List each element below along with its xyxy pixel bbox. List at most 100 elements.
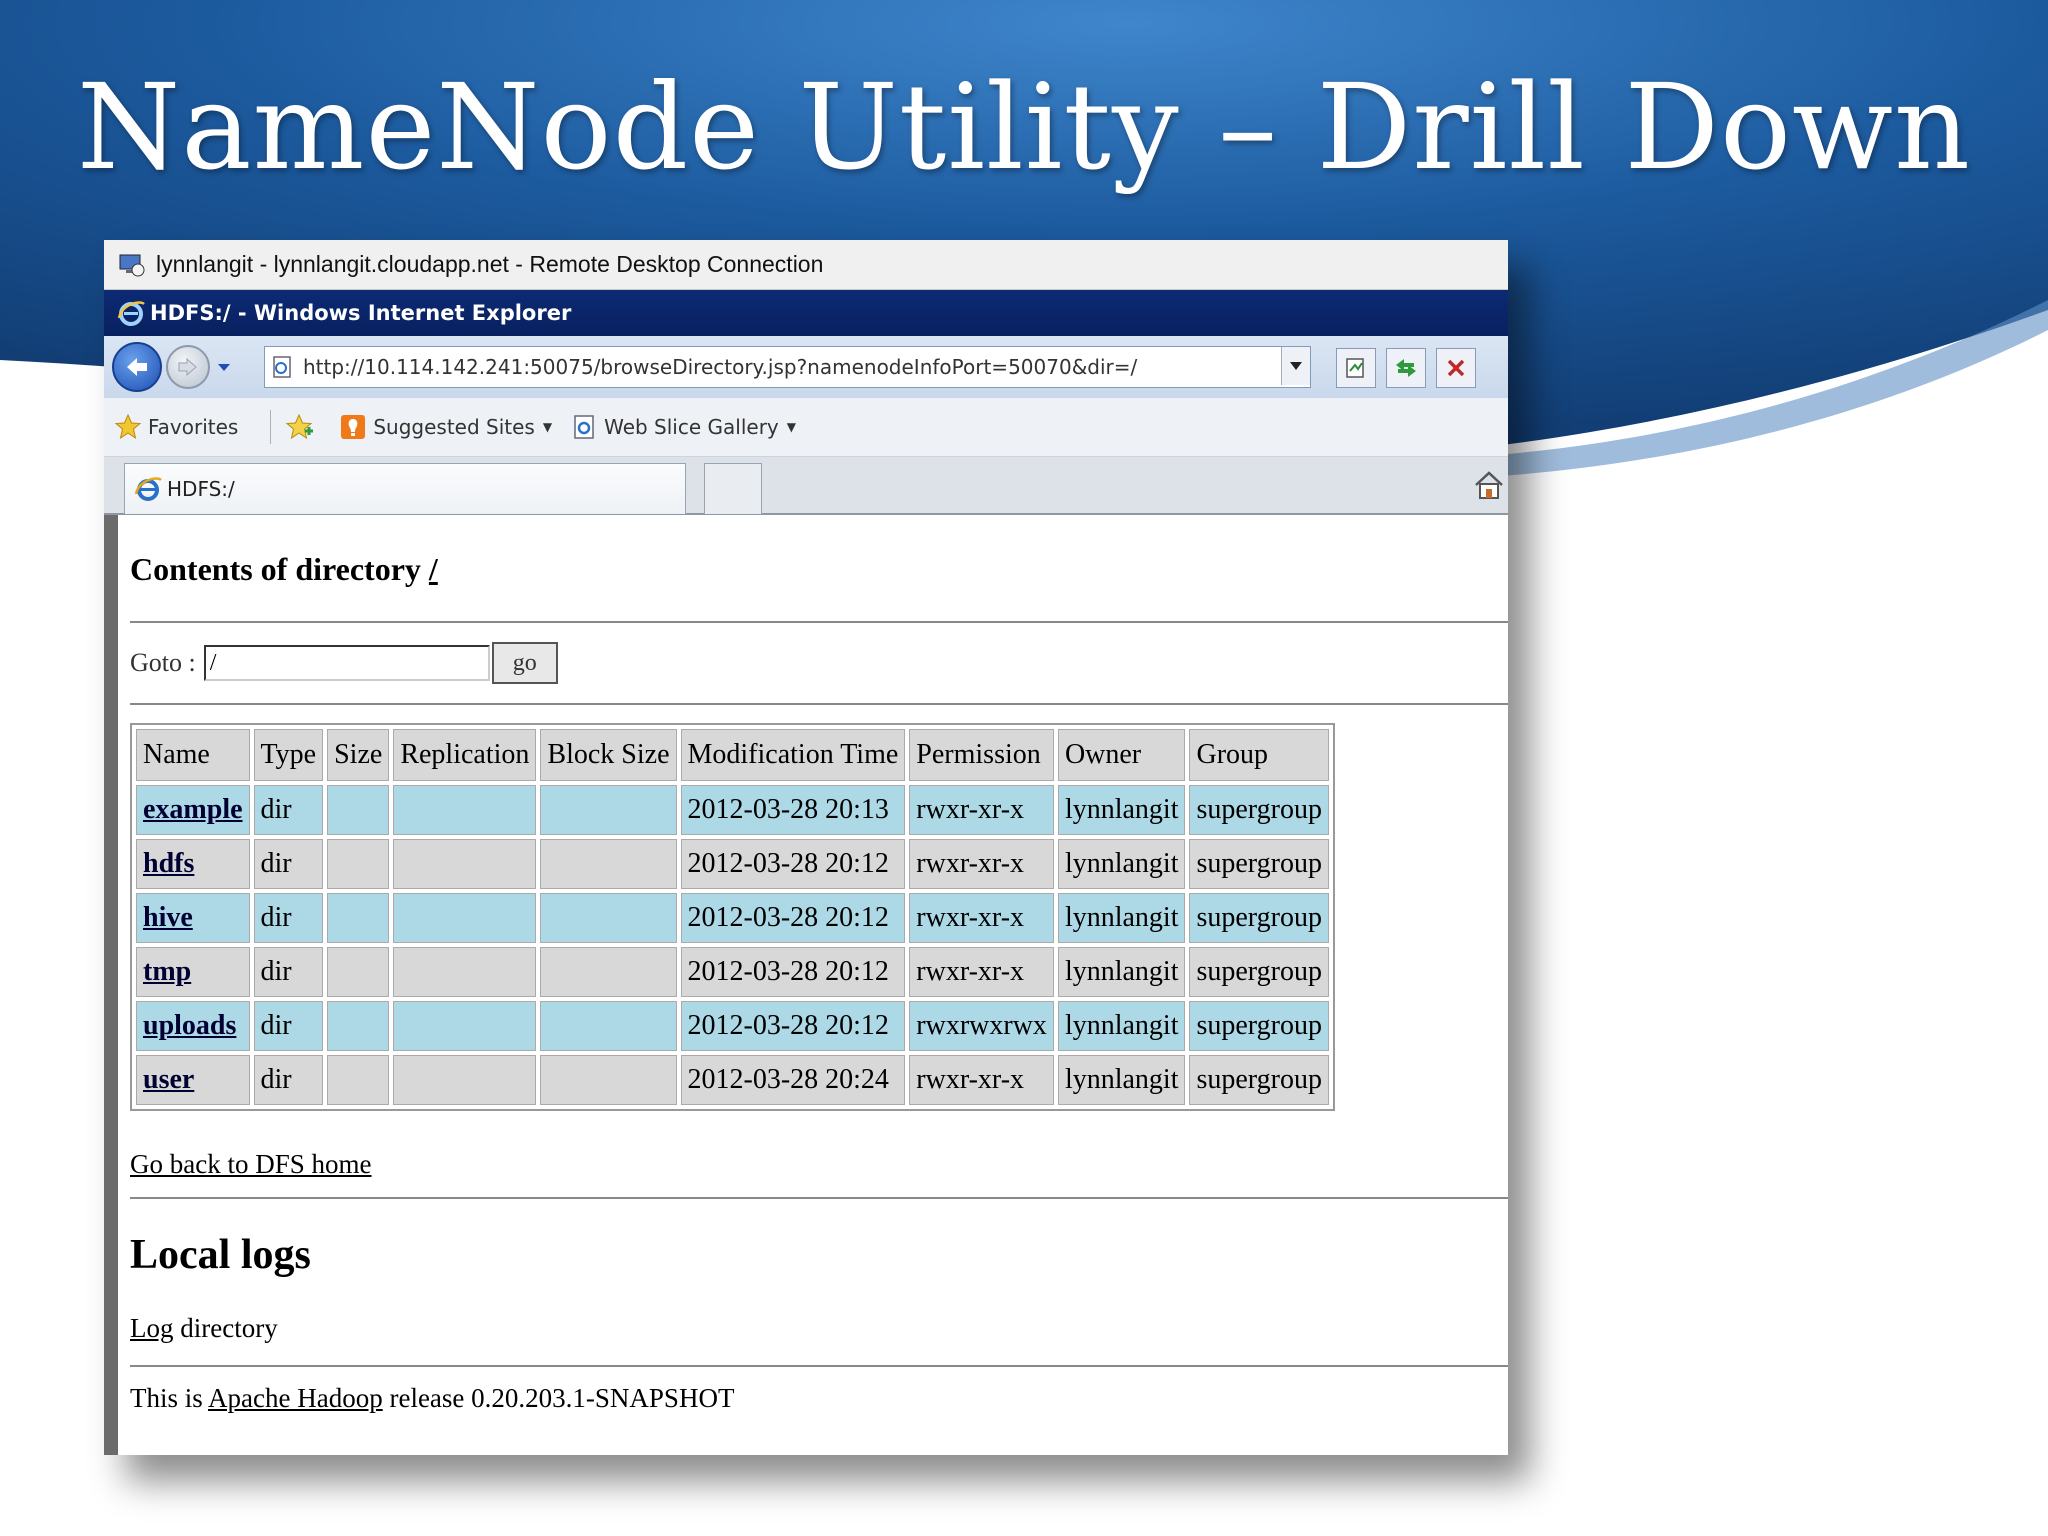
column-header-name: Name: [136, 729, 250, 781]
favorites-label: Favorites: [148, 415, 239, 439]
cell-replication: [393, 785, 537, 835]
back-button[interactable]: [112, 342, 162, 392]
cell-name: uploads: [136, 1001, 250, 1051]
column-header-size: Size: [327, 729, 390, 781]
cell-block-size: [540, 785, 677, 835]
cell-name: hive: [136, 893, 250, 943]
cell-type: dir: [253, 893, 324, 943]
rdp-title: lynnlangit - lynnlangit.cloudapp.net - R…: [156, 251, 824, 277]
divider: [130, 703, 1508, 705]
tab-label: HDFS:/: [167, 477, 235, 501]
cell-permission: rwxr-xr-x: [909, 893, 1054, 943]
column-header-group: Group: [1189, 729, 1329, 781]
cell-modification-time: 2012-03-28 20:12: [680, 839, 906, 889]
arrow-left-icon: [127, 358, 147, 376]
cell-owner: lynnlangit: [1057, 785, 1186, 835]
log-directory-link[interactable]: Log: [130, 1313, 174, 1343]
recent-pages-dropdown-icon[interactable]: [214, 357, 234, 377]
cell-block-size: [540, 1055, 677, 1105]
directory-link-uploads[interactable]: uploads: [143, 1010, 236, 1041]
cell-owner: lynnlangit: [1057, 839, 1186, 889]
suggested-sites-icon: [341, 415, 366, 439]
cell-type: dir: [253, 839, 324, 889]
cell-owner: lynnlangit: [1057, 893, 1186, 943]
cell-replication: [393, 1055, 537, 1105]
new-tab-button[interactable]: [704, 463, 762, 514]
home-icon[interactable]: [1472, 469, 1506, 501]
cell-permission: rwxrwxrwx: [909, 1001, 1054, 1051]
directory-link-hdfs[interactable]: hdfs: [143, 848, 194, 879]
tab-hdfs[interactable]: HDFS:/: [124, 463, 686, 514]
cell-replication: [393, 893, 537, 943]
local-logs-heading: Local logs: [130, 1232, 311, 1278]
page-content: Contents of directory / Goto : go Name T…: [104, 515, 1508, 1455]
refresh-icon: [1396, 359, 1416, 377]
cell-group: supergroup: [1189, 1001, 1329, 1051]
cell-type: dir: [253, 947, 324, 997]
directory-link-user[interactable]: user: [143, 1064, 194, 1095]
compatibility-view-button[interactable]: [1336, 348, 1376, 388]
table-row: hive dir 2012-03-28 20:12 rwxr-xr-x lynn…: [136, 893, 1329, 943]
favorites-button[interactable]: Favorites: [114, 413, 238, 441]
chevron-down-icon: [1290, 362, 1302, 370]
cell-permission: rwxr-xr-x: [909, 785, 1054, 835]
column-header-replication: Replication: [393, 729, 537, 781]
directory-heading: Contents of directory /: [130, 515, 1508, 621]
address-text: http://10.114.142.241:50075/browseDirect…: [303, 355, 1138, 379]
release-prefix: This is: [130, 1383, 209, 1413]
directory-root-link[interactable]: /: [429, 551, 438, 587]
ie-page-icon: [574, 415, 594, 439]
cell-size: [327, 785, 390, 835]
favorites-bar: Favorites Suggested Sites ▼ Web Slice Ga…: [104, 398, 1508, 457]
star-icon: [114, 413, 142, 440]
directory-link-example[interactable]: example: [143, 794, 243, 825]
cell-name: example: [136, 785, 250, 835]
address-dropdown-button[interactable]: [1281, 347, 1310, 385]
cell-modification-time: 2012-03-28 20:12: [680, 893, 906, 943]
cell-owner: lynnlangit: [1057, 1055, 1186, 1105]
refresh-button[interactable]: [1386, 348, 1426, 388]
suggested-sites-label: Suggested Sites: [373, 415, 535, 439]
table-row: uploads dir 2012-03-28 20:12 rwxrwxrwx l…: [136, 1001, 1329, 1051]
window-title: HDFS:/ - Windows Internet Explorer: [150, 301, 572, 325]
directory-link-hive[interactable]: hive: [143, 902, 193, 933]
column-header-owner: Owner: [1057, 729, 1186, 781]
table-row: hdfs dir 2012-03-28 20:12 rwxr-xr-x lynn…: [136, 839, 1329, 889]
go-button[interactable]: go: [491, 642, 558, 684]
slide-title: NameNode Utility – Drill Down: [76, 58, 1972, 196]
ie-logo-icon: [117, 301, 145, 326]
cell-replication: [393, 947, 537, 997]
column-header-permission: Permission: [909, 729, 1054, 781]
apache-hadoop-link[interactable]: Apache Hadoop: [208, 1383, 383, 1413]
cell-size: [327, 1001, 390, 1051]
back-to-dfs-home-link[interactable]: Go back to DFS home: [130, 1149, 371, 1179]
ie-title-bar: HDFS:/ - Windows Internet Explorer: [104, 290, 1508, 336]
suggested-sites-link[interactable]: Suggested Sites ▼: [339, 413, 552, 441]
table-row: tmp dir 2012-03-28 20:12 rwxr-xr-x lynnl…: [136, 947, 1329, 997]
column-header-modification-time: Modification Time: [680, 729, 906, 781]
add-to-favorites-bar-button[interactable]: [285, 413, 321, 441]
screenshot-frame: lynnlangit - lynnlangit.cloudapp.net - R…: [104, 240, 1508, 1455]
cell-replication: [393, 839, 537, 889]
web-slice-gallery-label: Web Slice Gallery: [604, 415, 779, 439]
directory-listing-table: Name Type Size Replication Block Size Mo…: [130, 723, 1335, 1111]
release-info: This is Apache Hadoop release 0.20.203.1…: [130, 1367, 1508, 1414]
cell-owner: lynnlangit: [1057, 947, 1186, 997]
table-row: example dir 2012-03-28 20:13 rwxr-xr-x l…: [136, 785, 1329, 835]
web-slice-gallery-link[interactable]: Web Slice Gallery ▼: [570, 413, 796, 441]
log-directory-line: Log directory: [130, 1313, 1508, 1365]
forward-button[interactable]: [166, 345, 210, 389]
table-header-row: Name Type Size Replication Block Size Mo…: [136, 729, 1329, 781]
rdp-title-bar: lynnlangit - lynnlangit.cloudapp.net - R…: [104, 240, 1508, 290]
cell-group: supergroup: [1189, 785, 1329, 835]
cell-permission: rwxr-xr-x: [909, 947, 1054, 997]
goto-input[interactable]: [203, 645, 490, 681]
cell-permission: rwxr-xr-x: [909, 1055, 1054, 1105]
add-favorite-icon: [286, 413, 314, 440]
stop-button[interactable]: [1436, 348, 1476, 388]
address-bar[interactable]: http://10.114.142.241:50075/browseDirect…: [264, 346, 1311, 388]
directory-link-tmp[interactable]: tmp: [143, 956, 191, 987]
cell-modification-time: 2012-03-28 20:13: [680, 785, 906, 835]
cell-block-size: [540, 947, 677, 997]
cell-permission: rwxr-xr-x: [909, 839, 1054, 889]
